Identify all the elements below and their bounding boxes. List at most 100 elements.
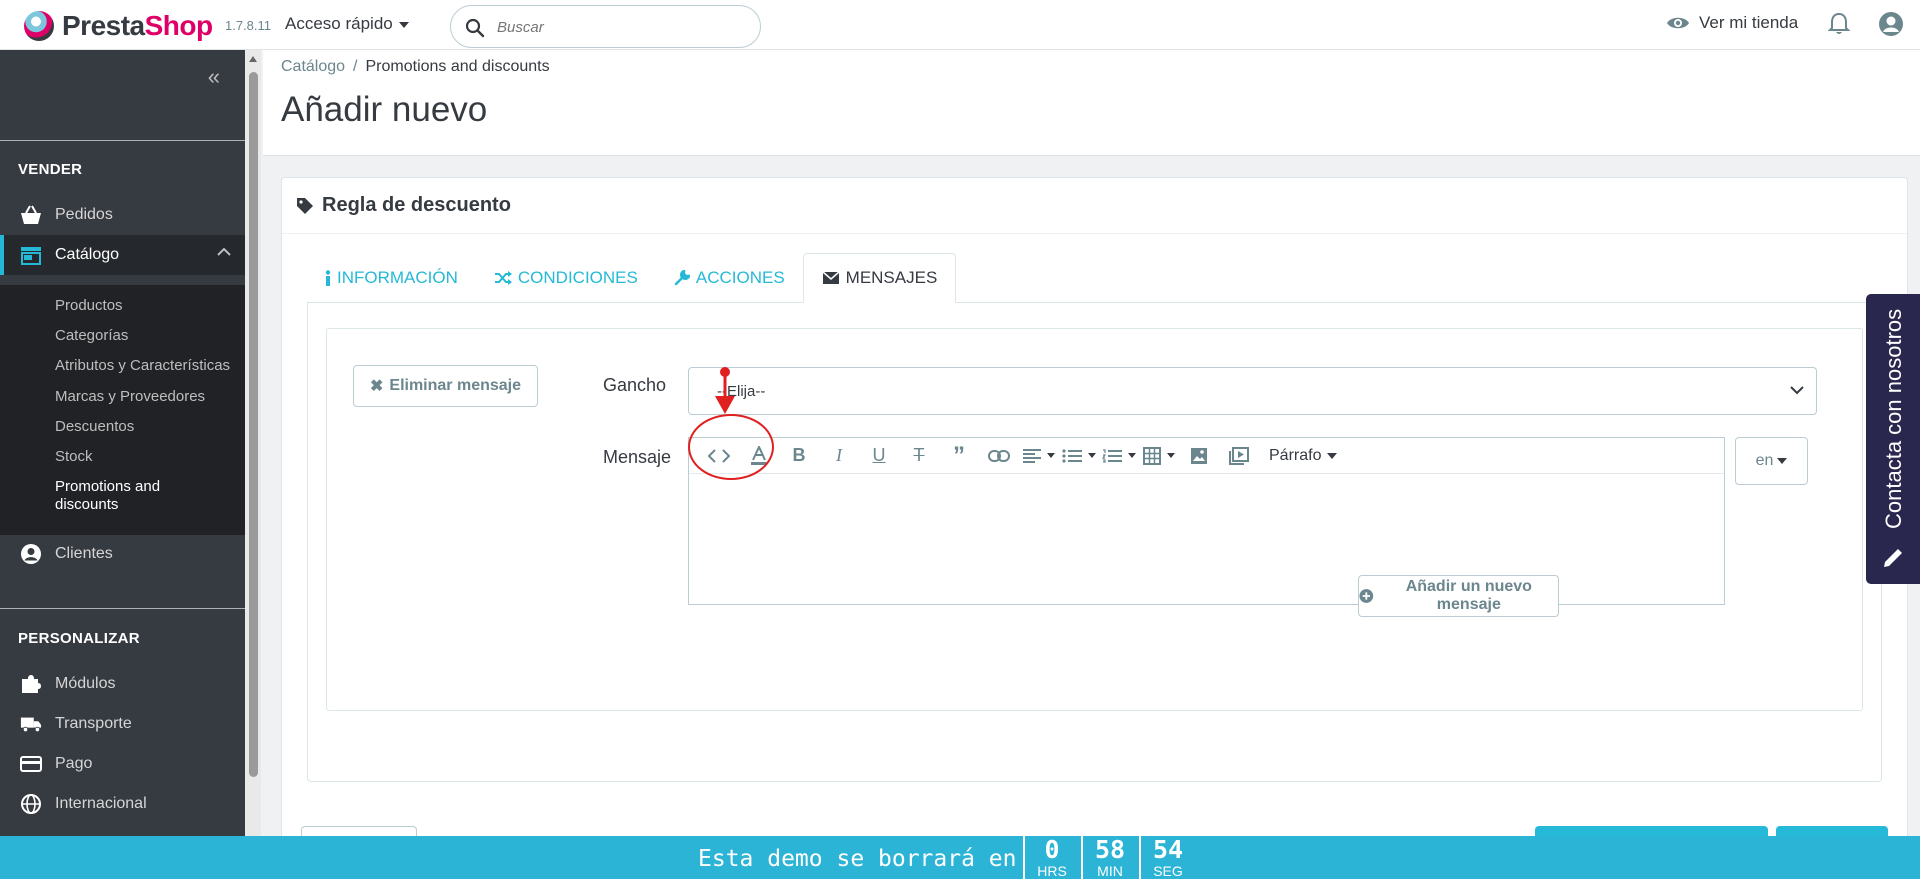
- save-and-stay-button-peek[interactable]: [1535, 826, 1768, 836]
- view-shop-label: Ver mi tienda: [1699, 13, 1799, 32]
- rule-tabs: INFORMACIÓN CONDICIONES ACCIONES MENSAJE…: [307, 253, 957, 303]
- panel-title: Regla de descuento: [322, 194, 511, 216]
- plus-circle-icon: [1359, 589, 1374, 603]
- insert-image-button[interactable]: [1179, 441, 1219, 471]
- caret-down-icon: [1128, 453, 1136, 458]
- quick-access-dropdown[interactable]: Acceso rápido: [285, 14, 409, 34]
- align-dropdown[interactable]: [1019, 441, 1059, 471]
- scroll-up-arrow-icon[interactable]: [249, 56, 257, 62]
- collapse-sidebar-icon[interactable]: «: [208, 64, 220, 90]
- rich-text-editor[interactable]: B I U T ” Párrafo: [688, 437, 1725, 605]
- notifications-bell-icon[interactable]: [1828, 12, 1850, 36]
- submenu-stock[interactable]: Stock: [55, 448, 93, 466]
- breadcrumb-catalog-link[interactable]: Catálogo: [281, 58, 345, 75]
- breadcrumb-current: Promotions and discounts: [365, 58, 550, 75]
- quote-icon: ”: [953, 441, 965, 469]
- video-library-icon: [1229, 446, 1249, 465]
- caret-down-icon: [1088, 453, 1096, 458]
- bold-button[interactable]: B: [779, 441, 819, 471]
- countdown-minutes: 58 MIN: [1081, 836, 1137, 879]
- sidebar-item-label: Pago: [55, 755, 93, 772]
- sidebar-item-modules[interactable]: Módulos: [0, 664, 245, 704]
- search-input[interactable]: [497, 14, 737, 40]
- bold-icon: B: [792, 445, 806, 465]
- messages-tab-pane: ✖ Eliminar mensaje Gancho --Elija-- Mensa…: [307, 302, 1882, 782]
- panel-header: Regla de descuento: [282, 178, 1907, 234]
- logo-text: PrestaShop: [62, 10, 213, 42]
- tab-conditions[interactable]: CONDICIONES: [476, 253, 656, 303]
- save-button-peek[interactable]: [1776, 826, 1888, 836]
- demo-countdown-bar: Esta demo se borrará en 0 HRS 58 MIN 54 …: [0, 836, 1920, 879]
- bullet-list-icon: [1062, 448, 1082, 463]
- quick-access-label: Acceso rápido: [285, 14, 393, 33]
- submenu-brands[interactable]: Marcas y Proveedores: [55, 388, 205, 406]
- wrench-icon: [674, 270, 690, 286]
- table-icon: [1143, 446, 1161, 465]
- pencil-icon: [1884, 549, 1902, 567]
- blockquote-button[interactable]: ”: [939, 441, 979, 471]
- caret-down-icon: [1167, 453, 1175, 458]
- sidebar-item-shipping[interactable]: Transporte: [0, 704, 245, 744]
- sidebar-item-international[interactable]: Internacional: [0, 784, 245, 824]
- sidebar-item-payment[interactable]: Pago: [0, 744, 245, 784]
- tab-label: ACCIONES: [695, 268, 785, 287]
- caret-down-icon: [1047, 453, 1055, 458]
- search-box[interactable]: [450, 5, 761, 48]
- sidebar-scrollbar[interactable]: [245, 50, 261, 844]
- countdown-minutes-unit: MIN: [1097, 863, 1123, 879]
- user-account-icon[interactable]: [1878, 11, 1904, 37]
- add-new-message-button[interactable]: Añadir un nuevo mensaje: [1358, 575, 1559, 617]
- tab-information[interactable]: INFORMACIÓN: [307, 253, 476, 303]
- hook-select[interactable]: --Elija--: [688, 367, 1817, 415]
- sidebar-item-catalog[interactable]: Catálogo: [0, 235, 245, 275]
- prestashop-logo[interactable]: PrestaShop: [24, 10, 213, 42]
- cancel-button-peek[interactable]: [301, 826, 417, 836]
- view-shop-link[interactable]: Ver mi tienda: [1666, 13, 1798, 33]
- tab-label: CONDICIONES: [517, 268, 638, 287]
- delete-message-button[interactable]: ✖ Eliminar mensaje: [353, 365, 538, 407]
- tab-actions[interactable]: ACCIONES: [656, 253, 803, 303]
- logo-text-shop: Shop: [144, 10, 214, 41]
- format-dropdown[interactable]: Párrafo: [1259, 447, 1347, 465]
- language-dropdown[interactable]: en: [1735, 437, 1808, 485]
- submenu-promotions[interactable]: Promotions and discounts: [55, 478, 195, 514]
- table-dropdown[interactable]: [1139, 441, 1179, 471]
- envelope-icon: [822, 271, 840, 284]
- sidebar-item-label: Transporte: [55, 715, 132, 732]
- bullet-list-dropdown[interactable]: [1059, 441, 1099, 471]
- version-label: 1.7.8.11: [225, 18, 272, 33]
- top-header: PrestaShop 1.7.8.11 Acceso rápido Ver mi…: [0, 0, 1920, 50]
- contact-us-label: Contacta con nosotros: [1881, 308, 1906, 530]
- link-button[interactable]: [979, 441, 1019, 471]
- countdown-hours: 0 HRS: [1023, 836, 1079, 879]
- caret-down-icon: [1327, 452, 1338, 459]
- close-icon: ✖: [369, 378, 384, 395]
- tag-icon: [297, 197, 313, 214]
- add-new-message-label: Añadir un nuevo mensaje: [1405, 578, 1532, 613]
- submenu-categories[interactable]: Categorías: [55, 327, 128, 345]
- italic-icon: I: [836, 445, 842, 465]
- sidebar-item-label: Catálogo: [55, 246, 120, 263]
- editor-content-area[interactable]: [689, 475, 1724, 604]
- sidebar-item-orders[interactable]: Pedidos: [0, 195, 245, 235]
- italic-button[interactable]: I: [819, 441, 859, 471]
- strikethrough-button[interactable]: T: [899, 441, 939, 471]
- language-label: en: [1755, 452, 1774, 469]
- sidebar-item-label: Internacional: [55, 795, 147, 812]
- scrollbar-thumb[interactable]: [249, 72, 258, 777]
- message-label: Mensaje: [603, 447, 672, 467]
- search-icon: [465, 18, 485, 38]
- page-header: Catálogo / Promotions and discounts Añadir…: [263, 50, 1920, 156]
- underline-button[interactable]: U: [859, 441, 899, 471]
- submenu-attributes[interactable]: Atributos y Características: [55, 357, 230, 375]
- image-icon: [1191, 447, 1207, 464]
- countdown-seconds-value: 54: [1152, 835, 1184, 864]
- submenu-discounts[interactable]: Descuentos: [55, 418, 134, 436]
- numbered-list-dropdown[interactable]: [1099, 441, 1139, 471]
- submenu-products[interactable]: Productos: [55, 297, 123, 315]
- sidebar-item-customers[interactable]: Clientes: [0, 534, 245, 574]
- caret-down-icon: [398, 21, 409, 28]
- contact-us-tab[interactable]: Contacta con nosotros: [1866, 294, 1920, 584]
- tab-messages[interactable]: MENSAJES: [802, 253, 957, 303]
- insert-media-button[interactable]: [1219, 441, 1259, 471]
